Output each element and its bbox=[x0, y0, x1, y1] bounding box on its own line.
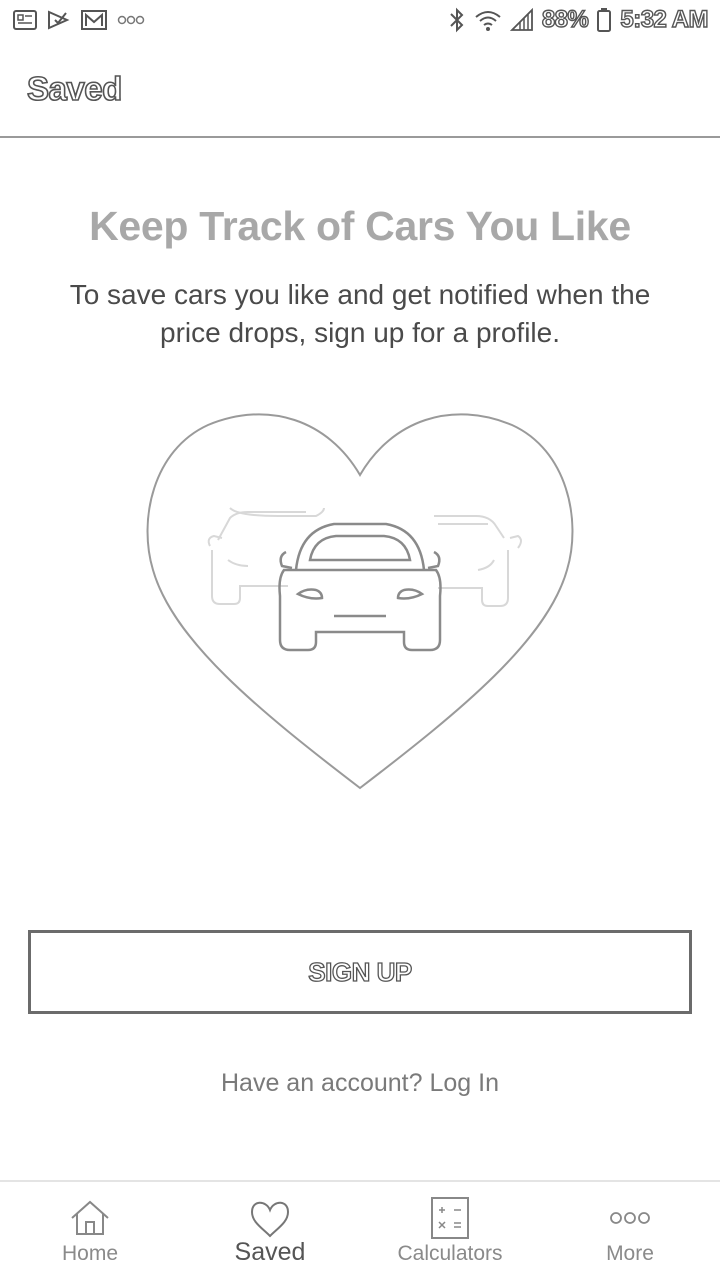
top-app-bar: Saved bbox=[0, 40, 720, 138]
home-icon bbox=[68, 1196, 112, 1240]
nav-item-saved[interactable]: Saved bbox=[180, 1182, 360, 1280]
car-icon bbox=[278, 522, 442, 652]
photo-icon bbox=[12, 8, 38, 32]
nav-label-more: More bbox=[606, 1242, 654, 1265]
clock: 5:32 AM bbox=[620, 5, 710, 33]
car-icon bbox=[434, 515, 522, 607]
nav-item-calculators[interactable]: Calculators bbox=[360, 1182, 540, 1280]
nav-label-calculators: Calculators bbox=[397, 1242, 503, 1265]
saved-screen: 88% 5:32 AM Saved Keep Track of Cars You… bbox=[0, 0, 720, 1280]
status-right-icons: 88% 5:32 AM bbox=[448, 5, 710, 34]
status-left-icons bbox=[12, 8, 146, 32]
sign-up-button[interactable]: SIGN UP bbox=[28, 930, 692, 1014]
empty-state-headline: Keep Track of Cars You Like bbox=[89, 203, 631, 249]
log-in-link[interactable]: Have an account? Log In bbox=[0, 1069, 720, 1098]
nav-label-home: Home bbox=[61, 1242, 119, 1265]
gmail-icon bbox=[80, 8, 108, 32]
calculator-icon bbox=[428, 1196, 472, 1240]
wifi-icon bbox=[474, 8, 502, 32]
battery-icon bbox=[596, 7, 612, 33]
more-dots-icon bbox=[116, 8, 146, 32]
bluetooth-icon bbox=[448, 7, 466, 33]
empty-state-description: To save cars you like and get notified w… bbox=[69, 279, 651, 348]
heart-icon bbox=[248, 1196, 292, 1240]
bottom-navigation: Home Saved Calculators More bbox=[0, 1180, 720, 1280]
battery-percent: 88% bbox=[541, 5, 589, 33]
heart-icon bbox=[146, 413, 574, 790]
page-title: Saved bbox=[26, 69, 123, 108]
nav-label-saved: Saved bbox=[234, 1238, 306, 1266]
check-icon bbox=[46, 8, 72, 32]
saved-cars-illustration bbox=[138, 400, 582, 795]
status-bar: 88% 5:32 AM bbox=[0, 0, 720, 40]
sign-up-label: SIGN UP bbox=[308, 956, 413, 987]
nav-item-more[interactable]: More bbox=[540, 1182, 720, 1280]
signal-icon bbox=[509, 8, 534, 32]
more-dots-icon bbox=[608, 1196, 652, 1240]
nav-item-home[interactable]: Home bbox=[0, 1182, 180, 1280]
